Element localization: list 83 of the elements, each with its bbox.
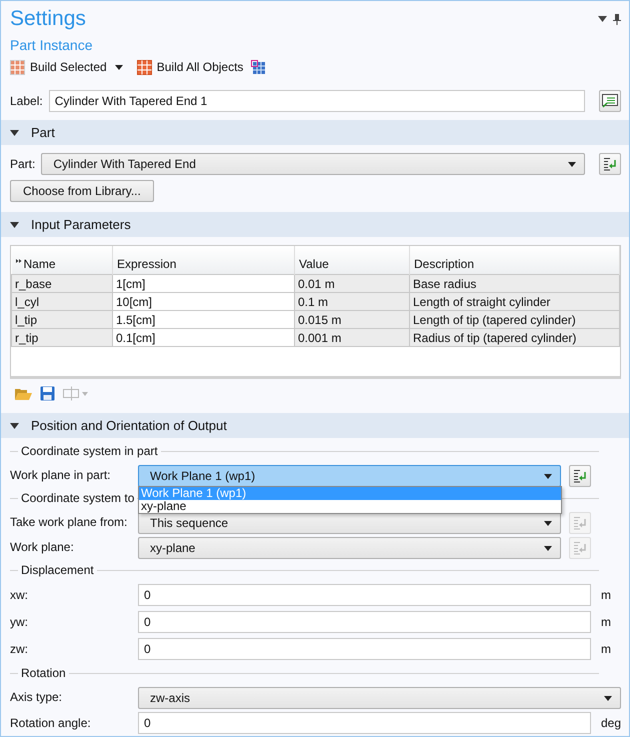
unit-label: m [600,642,612,656]
table-cell: r_base [12,274,112,292]
group-heading: Displacement [21,563,94,577]
grid-icon[interactable] [251,60,266,74]
input-field[interactable]: 0 [138,610,591,632]
table-cell: 0.01 m [294,274,410,292]
group-heading: Coordinate system to [21,491,134,505]
table-cell: r_tip [12,328,112,346]
dropdown[interactable]: xy-plane [138,537,561,559]
build-all-button[interactable]: Build All Objects [136,60,244,74]
field-label: Work plane in part: [10,466,112,484]
grid-icon [136,60,152,74]
table-cell: 0.1[cm] [112,328,294,346]
column-header[interactable]: Value [294,246,410,274]
section-header[interactable]: Position and Orientation of Output [1,413,629,438]
list-arrow-icon [573,469,587,483]
collapse-icon[interactable] [10,222,19,228]
caret-icon[interactable] [598,16,607,22]
field-label: Work plane: [10,538,75,556]
table-cell: 0.1 m [294,292,410,310]
table-cell: 0.001 m [294,328,410,346]
unit-label: m [600,614,612,628]
panel-subtitle: Part Instance [10,37,94,53]
collapse-icon[interactable] [10,422,19,428]
caret-icon [544,474,552,478]
panel-title: Settings [10,7,87,31]
side-button[interactable] [599,153,621,175]
column-header[interactable]: Expression [112,246,294,274]
column-header[interactable]: Name [12,246,112,274]
dropdown-option[interactable]: xy-plane [139,500,561,513]
caret-icon [604,696,612,700]
table-cell: 1[cm] [112,274,294,292]
field-label: xw: [10,586,29,604]
table-cell: l_tip [12,310,112,328]
field-label: Label: [10,94,43,108]
table-cell: Length of straight cylinder [410,292,620,310]
collapse-icon[interactable] [10,130,19,136]
dropdown[interactable]: Work Plane 1 (wp1) [138,465,561,487]
field-label: Axis type: [10,688,64,706]
save-icon[interactable] [40,386,55,401]
caret-icon [568,162,576,166]
caret-icon [114,64,123,70]
input-field[interactable]: 0 [138,712,591,734]
table-cell: Radius of tip (tapered cylinder) [410,328,620,346]
pin-icon[interactable] [613,14,621,24]
label-field[interactable]: Cylinder With Tapered End 1 [48,90,585,112]
table-cell: Length of tip (tapered cylinder) [410,310,620,328]
field-label: yw: [10,614,29,630]
library-button[interactable]: Choose from Library... [10,180,154,202]
input-field[interactable]: 0 [138,638,591,660]
build-selected-button[interactable]: Build Selected [10,60,107,74]
unit-label: deg [600,716,621,730]
comment-button[interactable] [599,90,621,112]
dropdown[interactable]: This sequence [138,512,561,534]
side-button[interactable] [569,465,591,487]
table-cell: Base radius [410,274,620,292]
caret-icon [544,520,552,526]
section-header[interactable]: Part [1,120,629,145]
grid-icon [10,60,25,74]
table-cell: 0.015 m [294,310,410,328]
list-arrow-icon [573,541,587,555]
group-heading: Coordinate system in part [21,444,158,458]
column-header[interactable]: Description [410,246,620,274]
group-heading: Rotation [21,666,66,680]
section-title: Input Parameters [31,217,131,232]
field-label: Part: [10,157,36,171]
list-arrow-icon [603,157,617,171]
field-label: zw: [10,640,29,658]
dropdown[interactable]: Cylinder With Tapered End [41,153,585,175]
dropdown[interactable]: zw-axis [138,687,621,709]
section-title: Position and Orientation of Output [31,418,227,433]
input-field[interactable]: 0 [138,584,591,606]
folder-icon[interactable] [15,386,32,400]
caret-icon [544,546,552,550]
field-label: Rotation angle: [10,714,92,732]
list-arrow-icon [573,516,587,530]
table-cell: 10[cm] [112,292,294,310]
section-header[interactable]: Input Parameters [1,212,629,237]
field-label: Take work plane from: [10,514,128,530]
section-title: Part [31,125,55,140]
unit-label: m [600,588,612,602]
table-cell: l_cyl [12,292,112,310]
table-cell: 1.5[cm] [112,310,294,328]
